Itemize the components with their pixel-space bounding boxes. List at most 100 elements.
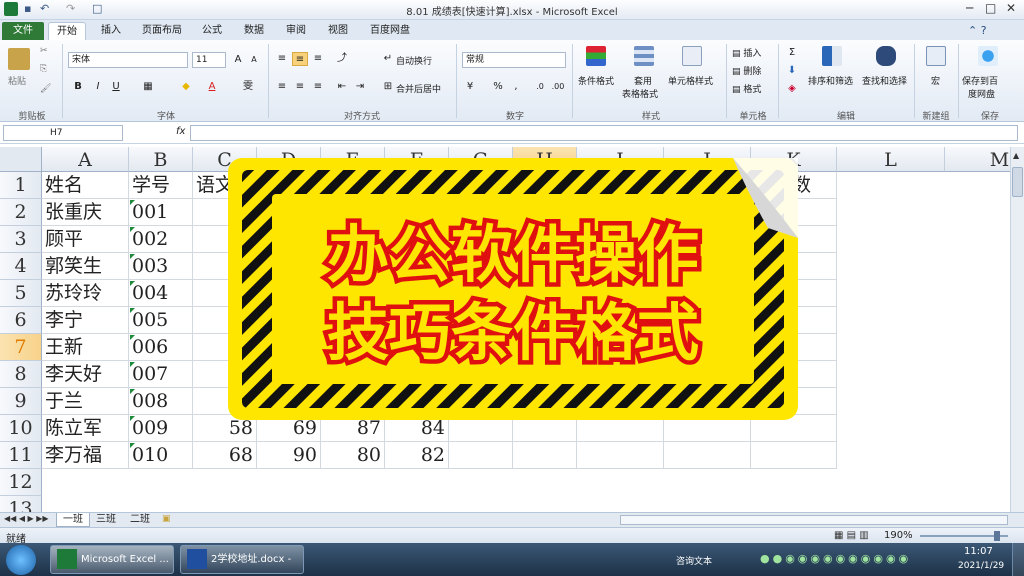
cell-id[interactable]: 001 xyxy=(129,199,193,226)
tab-insert[interactable]: 插入 xyxy=(93,22,129,40)
underline-button[interactable]: U xyxy=(108,80,124,94)
tab-view[interactable]: 视图 xyxy=(320,22,356,40)
save-baidu-line1[interactable]: 保存到百 xyxy=(962,74,998,87)
cell-id[interactable]: 007 xyxy=(129,361,193,388)
cell-id[interactable]: 008 xyxy=(129,388,193,415)
merge-center-button[interactable]: 合并后居中 xyxy=(396,82,441,95)
tab-page-layout[interactable]: 页面布局 xyxy=(134,22,190,40)
wen-button[interactable]: 雯 xyxy=(240,80,256,94)
zoom-level[interactable]: 190% xyxy=(884,530,913,541)
align-left-icon[interactable]: ≡ xyxy=(274,80,290,94)
merge-icon[interactable]: ⊞ xyxy=(380,80,396,94)
cell-styles-button[interactable]: 单元格样式 xyxy=(668,74,713,87)
format-as-table-icon[interactable] xyxy=(634,46,654,66)
cell-id[interactable]: 006 xyxy=(129,334,193,361)
taskbar-app-excel[interactable]: Microsoft Excel ... xyxy=(50,545,174,574)
wrap-text-icon[interactable]: ↵ xyxy=(380,52,396,66)
sheet-nav-icon[interactable]: ◀◀ ◀ ▶ ▶▶ xyxy=(4,514,49,523)
row-header[interactable]: 4 xyxy=(0,253,42,280)
format-as-table-line2[interactable]: 表格格式 xyxy=(622,87,658,100)
clear-icon[interactable]: ◈ xyxy=(784,82,800,96)
taskbar-app-word[interactable]: 2学校地址.docx - ... xyxy=(180,545,304,574)
decrease-indent-icon[interactable]: ⇤ xyxy=(334,80,350,94)
percent-button[interactable]: % xyxy=(490,80,506,94)
show-desktop-button[interactable] xyxy=(1012,543,1024,576)
fx-button[interactable]: fx xyxy=(176,126,185,137)
column-header-a[interactable]: A xyxy=(42,147,129,172)
minimize-icon[interactable]: ─ xyxy=(966,1,973,15)
insert-cells-button[interactable]: ▤ 插入 xyxy=(732,46,761,59)
format-cells-button[interactable]: ▤ 格式 xyxy=(732,82,761,95)
increase-indent-icon[interactable]: ⇥ xyxy=(352,80,368,94)
cut-icon[interactable]: ✂ xyxy=(40,46,48,56)
maximize-icon[interactable]: □ xyxy=(985,1,996,15)
format-painter-icon[interactable]: 🖌 xyxy=(40,84,51,94)
row-header[interactable]: 6 xyxy=(0,307,42,334)
sheet-tab-3[interactable]: 三班 xyxy=(90,513,122,527)
cell-name[interactable]: 李天好 xyxy=(42,361,129,388)
sheet-tab-2[interactable]: 二班 xyxy=(124,513,156,527)
sort-filter-button[interactable]: 排序和筛选 xyxy=(808,74,853,87)
row-header[interactable]: 9 xyxy=(0,388,42,415)
conditional-format-button[interactable]: 条件格式 xyxy=(578,74,614,87)
cell-score[interactable]: 90 xyxy=(257,442,321,469)
align-center-icon[interactable]: ≡ xyxy=(292,80,308,94)
find-select-icon[interactable] xyxy=(876,46,896,66)
vertical-scroll-thumb[interactable] xyxy=(1012,167,1023,197)
view-buttons-icon[interactable]: ▦ ▤ ▥ xyxy=(834,530,869,541)
paste-button[interactable]: 粘贴 xyxy=(8,74,26,87)
autosum-button[interactable]: Σ xyxy=(784,46,800,60)
zoom-slider-thumb[interactable] xyxy=(994,531,1000,541)
help-icon[interactable]: ⌃ ? xyxy=(968,24,987,37)
sheet-tab-1[interactable]: 一班 xyxy=(56,513,90,527)
baidu-cloud-icon[interactable] xyxy=(978,46,998,66)
row-header[interactable]: 2 xyxy=(0,199,42,226)
align-top-icon[interactable]: ≡ xyxy=(274,52,290,66)
name-box[interactable]: H7 xyxy=(3,125,123,141)
column-header-b[interactable]: B xyxy=(129,147,193,172)
italic-button[interactable]: I xyxy=(90,80,106,94)
paste-icon[interactable] xyxy=(8,48,30,70)
cell-name[interactable]: 李万福 xyxy=(42,442,129,469)
row-header[interactable]: 8 xyxy=(0,361,42,388)
grow-font-button[interactable]: A xyxy=(230,53,246,67)
cell-styles-icon[interactable] xyxy=(682,46,702,66)
tab-file[interactable]: 文件 xyxy=(2,22,44,40)
formula-input[interactable] xyxy=(190,125,1018,141)
wrap-text-button[interactable]: 自动换行 xyxy=(396,54,432,67)
cell-b1[interactable]: 学号 xyxy=(129,172,193,199)
currency-icon[interactable]: ¥ xyxy=(462,80,478,94)
border-icon[interactable]: ▦ xyxy=(140,80,156,94)
tab-data[interactable]: 数据 xyxy=(236,22,272,40)
vertical-scrollbar[interactable]: ▲ xyxy=(1010,147,1024,512)
row-header[interactable]: 11 xyxy=(0,442,42,469)
cell-score[interactable]: 80 xyxy=(321,442,385,469)
tab-baidu[interactable]: 百度网盘 xyxy=(362,22,418,40)
format-as-table-line1[interactable]: 套用 xyxy=(634,74,652,87)
cell-name[interactable]: 于兰 xyxy=(42,388,129,415)
row-header[interactable]: 5 xyxy=(0,280,42,307)
cell-id[interactable]: 010 xyxy=(129,442,193,469)
orientation-icon[interactable]: ⤴ xyxy=(334,52,350,66)
align-right-icon[interactable]: ≡ xyxy=(310,80,326,94)
macro-icon[interactable] xyxy=(926,46,946,66)
fill-icon[interactable]: ⬇ xyxy=(784,64,800,78)
cell-name[interactable]: 苏玲玲 xyxy=(42,280,129,307)
align-bottom-icon[interactable]: ≡ xyxy=(310,52,326,66)
font-size-select[interactable]: 11 xyxy=(192,52,226,68)
cell-score[interactable]: 82 xyxy=(385,442,449,469)
horizontal-scrollbar[interactable] xyxy=(620,515,1008,525)
close-icon[interactable]: ✕ xyxy=(1006,1,1016,15)
cell-name[interactable]: 王新 xyxy=(42,334,129,361)
column-header-l[interactable]: L xyxy=(837,147,945,172)
cell-id[interactable]: 003 xyxy=(129,253,193,280)
cell-name[interactable]: 陈立军 xyxy=(42,415,129,442)
row-header[interactable]: 3 xyxy=(0,226,42,253)
row-header[interactable]: 13 xyxy=(0,496,42,512)
delete-cells-button[interactable]: ▤ 删除 xyxy=(732,64,761,77)
save-baidu-line2[interactable]: 度网盘 xyxy=(968,87,995,100)
cell-score[interactable]: 68 xyxy=(193,442,257,469)
conditional-format-icon[interactable] xyxy=(586,46,606,66)
font-name-select[interactable]: 宋体 xyxy=(68,52,188,68)
bold-button[interactable]: B xyxy=(70,80,86,94)
